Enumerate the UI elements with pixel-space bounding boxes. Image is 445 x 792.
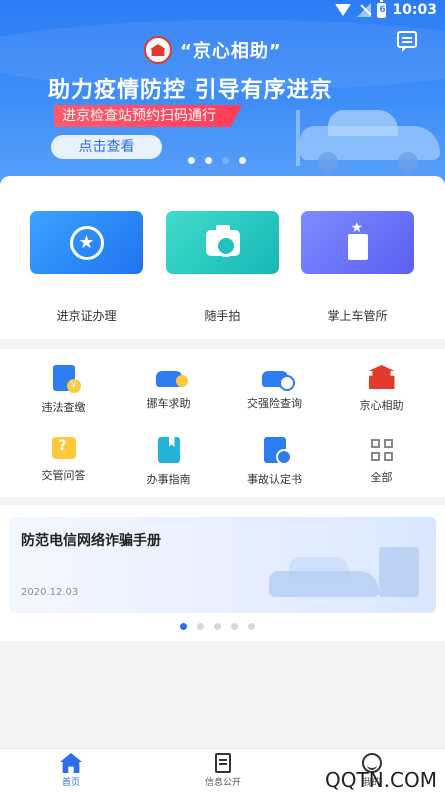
message-icon[interactable] (397, 31, 417, 52)
grid-item-qa[interactable]: 交管问答 (8, 437, 119, 483)
camera-icon (205, 224, 240, 257)
grid-item-label: 全部 (370, 471, 393, 484)
car-insurance-icon (261, 371, 295, 391)
grid-all-icon (370, 439, 393, 461)
car-illustration (300, 108, 445, 172)
snapshot-label[interactable]: 随手拍 (166, 307, 279, 324)
status-bar: 6 10:03 (0, 0, 445, 24)
home-icon (60, 753, 82, 773)
pager-dot-active[interactable] (222, 157, 229, 164)
entry-permit-tile[interactable]: ★ (30, 211, 143, 274)
car-call-icon (155, 371, 188, 387)
banner-headline: 助力疫情防控 引导有序进京 (48, 78, 333, 103)
pager-dot[interactable] (239, 157, 246, 164)
news-title: 防范电信网络诈骗手册 (21, 533, 161, 549)
news-illustration (259, 547, 429, 613)
temple-icon (369, 365, 395, 389)
grid-item-guide[interactable]: 办事指南 (113, 437, 224, 487)
ticket-payment-icon (52, 365, 81, 393)
grid-item-label: 违法查缴 (41, 401, 86, 414)
banner-ribbon: 进京检查站预约扫码通行 (54, 105, 242, 127)
services-grid: 违法查缴 挪车求助 交强险查询 京心相助 交管问答 办事指南 事故认定书 全部 (0, 349, 445, 497)
quick-services-card: ★ 进京证办理 随手拍 掌上车管所 (0, 176, 445, 339)
top-banner[interactable]: 6 10:03 “京心相助” 助力疫情防控 引导有序进京 进京检查站预约扫码通行… (0, 0, 445, 186)
status-time: 10:03 (392, 2, 437, 18)
brand-name: “京心相助” (180, 41, 282, 62)
vehicle-office-label[interactable]: 掌上车管所 (301, 307, 414, 324)
news-card[interactable]: 防范电信网络诈骗手册 2020.12.03 (9, 517, 436, 613)
pager-dot[interactable] (248, 623, 255, 630)
grid-item-move-car[interactable]: 挪车求助 (113, 365, 224, 411)
battery-icon: 6 (377, 0, 387, 18)
pager-dot-active[interactable] (180, 623, 187, 630)
grid-item-all[interactable]: 全部 (326, 437, 437, 485)
grid-item-violation[interactable]: 违法查缴 (8, 365, 119, 415)
accident-cert-icon (263, 437, 292, 465)
watermark: QQTN.COM (325, 768, 437, 792)
grid-item-insurance[interactable]: 交强险查询 (219, 365, 330, 411)
pager-dot[interactable] (188, 157, 195, 164)
grid-item-jingxin[interactable]: 京心相助 (326, 365, 437, 413)
tab-label: 首页 (61, 778, 80, 788)
grid-item-label: 挪车求助 (146, 397, 191, 410)
news-date: 2020.12.03 (21, 587, 79, 598)
vehicle-office-tile[interactable] (301, 211, 414, 274)
brand: “京心相助” (144, 36, 282, 64)
grid-item-accident[interactable]: 事故认定书 (219, 437, 330, 487)
qa-icon (51, 437, 76, 459)
tab-info[interactable]: 信息公开 (163, 753, 283, 788)
guide-book-icon (157, 437, 180, 463)
pager-dot[interactable] (197, 623, 204, 630)
pager-dot[interactable] (214, 623, 221, 630)
news-section: 防范电信网络诈骗手册 2020.12.03 (0, 505, 445, 641)
building-icon (342, 220, 374, 260)
grid-item-label: 办事指南 (146, 473, 191, 486)
entry-permit-label[interactable]: 进京证办理 (30, 307, 143, 324)
view-button[interactable]: 点击查看 (51, 135, 162, 159)
grid-item-label: 京心相助 (359, 399, 404, 412)
signal-icon (357, 3, 372, 17)
tab-label: 信息公开 (204, 778, 241, 788)
tab-home[interactable]: 首页 (11, 753, 131, 788)
document-icon (215, 753, 231, 773)
grid-item-label: 交强险查询 (247, 397, 302, 410)
grid-item-label: 交管问答 (41, 469, 86, 482)
star-badge-icon: ★ (69, 225, 104, 260)
pager-dot[interactable] (205, 157, 212, 164)
banner-pager[interactable] (188, 157, 246, 164)
temple-logo-icon (144, 36, 172, 64)
snapshot-tile[interactable] (166, 211, 279, 274)
grid-item-label: 事故认定书 (247, 473, 302, 486)
news-pager[interactable] (180, 623, 255, 630)
wifi-icon (335, 4, 352, 16)
pager-dot[interactable] (231, 623, 238, 630)
